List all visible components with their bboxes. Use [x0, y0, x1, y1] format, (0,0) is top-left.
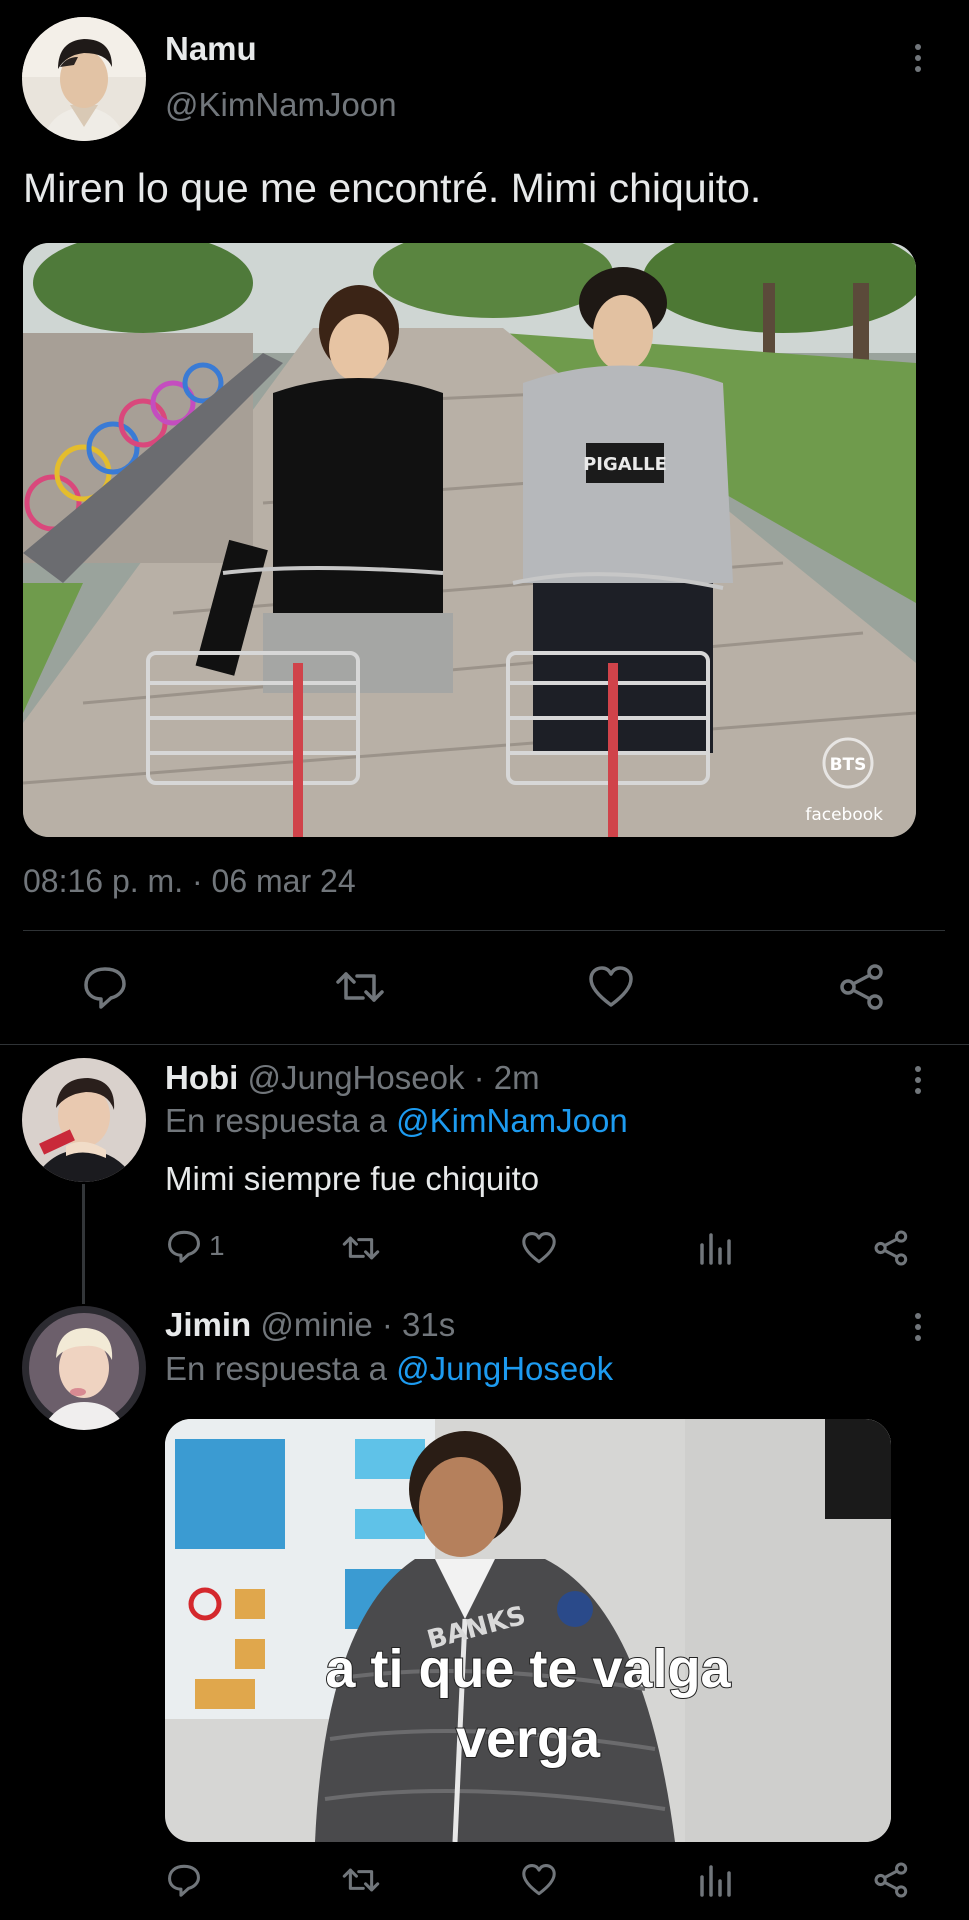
reply-icon[interactable]	[165, 1861, 203, 1899]
reply-display-name[interactable]: Hobi	[165, 1059, 238, 1096]
thread-line	[82, 1184, 85, 1304]
analytics-icon[interactable]	[697, 1229, 733, 1267]
reply-meme-image[interactable]: BANKS a ti que te valga verga	[165, 1419, 891, 1842]
retweet-icon[interactable]	[340, 1861, 382, 1899]
tweet-photo[interactable]: PIGALLE BTS facebook	[23, 243, 916, 837]
like-icon[interactable]	[520, 1861, 558, 1899]
replying-to-handle[interactable]: @JungHoseok	[396, 1350, 613, 1387]
meme-caption-line2: verga	[456, 1709, 601, 1769]
like-icon[interactable]	[520, 1229, 558, 1267]
more-options-icon[interactable]	[898, 1307, 938, 1347]
reply-handle-time[interactable]: @JungHoseok · 2m	[248, 1059, 540, 1096]
reply-header: Hobi @JungHoseok · 2m	[165, 1059, 540, 1097]
share-icon[interactable]	[873, 1229, 911, 1267]
retweet-icon[interactable]	[333, 962, 387, 1012]
share-icon[interactable]	[873, 1861, 911, 1899]
replying-to-prefix: En respuesta a	[165, 1102, 387, 1139]
reply-count: 1	[209, 1230, 225, 1261]
meme-caption-line1: a ti que te valga	[325, 1639, 731, 1699]
reply-icon[interactable]	[80, 962, 130, 1012]
reply-header: Jimin @minie · 31s	[165, 1306, 455, 1344]
reply-handle-time[interactable]: @minie · 31s	[260, 1306, 455, 1343]
replying-to: En respuesta a @KimNamJoon	[165, 1102, 628, 1140]
avatar[interactable]	[22, 1306, 146, 1430]
reply-display-name[interactable]: Jimin	[165, 1306, 251, 1343]
replying-to: En respuesta a @JungHoseok	[165, 1350, 613, 1388]
photo-logo: BTS	[830, 755, 867, 775]
tweet-timestamp: 08:16 p. m. · 06 mar 24	[23, 863, 356, 899]
analytics-icon[interactable]	[697, 1861, 733, 1899]
reply-icon[interactable]: 1	[165, 1227, 225, 1265]
more-options-icon[interactable]	[898, 1060, 938, 1100]
photo-source: facebook	[805, 805, 883, 825]
author-display-name[interactable]: Namu	[165, 30, 257, 68]
like-icon[interactable]	[586, 962, 636, 1012]
author-avatar[interactable]	[22, 17, 146, 141]
replying-to-prefix: En respuesta a	[165, 1350, 387, 1387]
replying-to-handle[interactable]: @KimNamJoon	[396, 1102, 628, 1139]
svg-text:PIGALLE: PIGALLE	[583, 454, 667, 475]
avatar[interactable]	[22, 1058, 146, 1182]
divider	[0, 1044, 969, 1045]
reply-text: Mimi siempre fue chiquito	[165, 1160, 540, 1197]
tweet-text: Miren lo que me encontré. Mimi chiquito.	[23, 165, 762, 211]
author-handle[interactable]: @KimNamJoon	[165, 86, 397, 124]
retweet-icon[interactable]	[340, 1229, 382, 1267]
more-options-icon[interactable]	[898, 38, 938, 78]
share-icon[interactable]	[838, 962, 888, 1012]
divider	[23, 930, 945, 931]
